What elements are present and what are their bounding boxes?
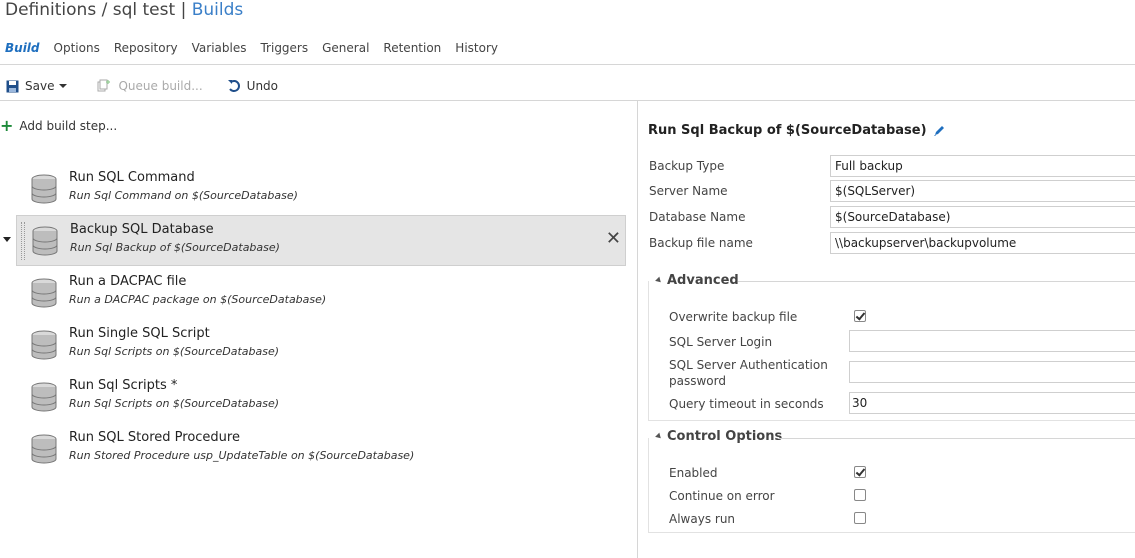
server-name-label: Server Name — [649, 184, 728, 198]
undo-label: Undo — [246, 79, 279, 93]
continue-on-error-label: Continue on error — [669, 489, 775, 503]
build-step-run-dacpac[interactable]: Run a DACPAC file Run a DACPAC package o… — [16, 268, 626, 319]
enabled-label: Enabled — [669, 466, 718, 480]
step-title: Run SQL Command — [69, 170, 195, 185]
build-steps-panel: + Add build step... Run SQL Command Run … — [0, 101, 637, 558]
field-server-name: Server Name — [649, 180, 829, 202]
tab-triggers[interactable]: Triggers — [255, 40, 313, 64]
add-build-step-button[interactable]: + Add build step... — [0, 116, 118, 135]
backup-type-label: Backup Type — [649, 159, 725, 173]
database-icon — [31, 382, 57, 412]
always-run-label: Always run — [669, 512, 736, 526]
selected-caret-icon — [3, 237, 11, 242]
sql-password-label-line2: password — [669, 374, 726, 388]
tab-variables[interactable]: Variables — [187, 40, 252, 64]
enabled-checkbox[interactable] — [854, 466, 866, 478]
tabs-divider — [0, 64, 1135, 65]
step-subtitle: Run Stored Procedure usp_UpdateTable on … — [69, 449, 415, 462]
step-subtitle: Run Sql Command on $(SourceDatabase) — [69, 189, 298, 202]
step-title: Backup SQL Database — [70, 222, 214, 237]
backup-type-select[interactable]: Full backup — [830, 155, 1135, 177]
always-run-checkbox[interactable] — [854, 512, 866, 524]
breadcrumb: Definitions / sql test | Builds — [5, 0, 243, 20]
tab-bar: Build Options Repository Variables Trigg… — [0, 40, 507, 64]
query-timeout-label: Query timeout in seconds — [669, 397, 824, 411]
step-subtitle: Run Sql Scripts on $(SourceDatabase) — [69, 345, 280, 358]
close-icon[interactable]: ✕ — [606, 229, 621, 249]
overwrite-backup-checkbox[interactable] — [854, 310, 866, 322]
database-icon — [32, 226, 58, 256]
breadcrumb-separator: / — [101, 0, 108, 20]
tab-history[interactable]: History — [450, 40, 503, 64]
step-details-title-text: Run Sql Backup of $(SourceDatabase) — [648, 123, 927, 138]
breadcrumb-definitions[interactable]: Definitions — [5, 0, 96, 20]
backup-file-name-label: Backup file name — [649, 236, 753, 250]
step-title: Run Sql Scripts * — [69, 378, 178, 393]
chevron-down-icon — [59, 84, 68, 88]
field-backup-file-name: Backup file name — [649, 232, 829, 254]
continue-on-error-checkbox[interactable] — [854, 489, 866, 501]
query-timeout-input[interactable]: 30 — [849, 392, 1135, 414]
step-subtitle: Run Sql Backup of $(SourceDatabase) — [70, 241, 280, 254]
queue-build-icon — [97, 79, 111, 92]
add-build-step-label: Add build step... — [19, 119, 118, 133]
collapse-triangle-icon — [655, 432, 663, 441]
pencil-icon[interactable] — [933, 124, 946, 137]
tab-repository[interactable]: Repository — [109, 40, 183, 64]
step-details-title: Run Sql Backup of $(SourceDatabase) — [648, 123, 946, 138]
tab-options[interactable]: Options — [49, 40, 105, 64]
field-database-name: Database Name — [649, 206, 829, 228]
undo-button[interactable]: Undo — [227, 79, 278, 93]
save-icon — [6, 80, 19, 92]
build-step-run-sql-stored-procedure[interactable]: Run SQL Stored Procedure Run Stored Proc… — [16, 424, 626, 475]
database-icon — [31, 174, 57, 204]
build-step-run-sql-command[interactable]: Run SQL Command Run Sql Command on $(Sou… — [16, 164, 626, 215]
queue-build-button[interactable]: Queue build... — [97, 79, 203, 93]
step-subtitle: Run a DACPAC package on $(SourceDatabase… — [69, 293, 327, 306]
field-backup-type: Backup Type — [649, 155, 829, 177]
sql-login-label: SQL Server Login — [669, 335, 773, 349]
advanced-header-line — [738, 281, 1135, 282]
drag-handle[interactable] — [21, 222, 25, 260]
tab-general[interactable]: General — [317, 40, 374, 64]
sql-login-input[interactable] — [849, 330, 1135, 352]
breadcrumb-current: Builds — [191, 0, 244, 20]
database-name-input[interactable]: $(SourceDatabase) — [830, 206, 1135, 228]
queue-build-label: Queue build... — [118, 79, 203, 93]
sql-password-input[interactable] — [849, 361, 1135, 383]
breadcrumb-definition-name[interactable]: sql test — [113, 0, 175, 20]
database-icon — [31, 330, 57, 360]
control-options-heading: Control Options — [667, 429, 783, 444]
build-step-run-sql-scripts[interactable]: Run Sql Scripts * Run Sql Scripts on $(S… — [16, 372, 626, 423]
database-icon — [31, 278, 57, 308]
step-title: Run SQL Stored Procedure — [69, 430, 240, 445]
step-subtitle: Run Sql Scripts on $(SourceDatabase) — [69, 397, 280, 410]
save-label: Save — [25, 79, 55, 93]
undo-icon — [227, 80, 240, 92]
plus-icon: + — [0, 116, 14, 135]
control-options-header-line — [778, 438, 1135, 439]
backup-file-name-input[interactable]: \\backupserver\backupvolume — [830, 232, 1135, 254]
sql-password-label-line1: SQL Server Authentication — [669, 358, 828, 372]
step-details-panel: Run Sql Backup of $(SourceDatabase) Back… — [648, 101, 1135, 558]
step-title: Run Single SQL Script — [69, 326, 210, 341]
build-step-run-single-sql-script[interactable]: Run Single SQL Script Run Sql Scripts on… — [16, 320, 626, 371]
breadcrumb-pipe: | — [180, 0, 187, 20]
collapse-triangle-icon — [655, 276, 663, 285]
toolbar: Save Queue build... Undo — [0, 74, 302, 98]
tab-build[interactable]: Build — [0, 40, 45, 64]
panel-divider — [637, 101, 638, 558]
advanced-header[interactable]: Advanced — [648, 273, 739, 288]
tab-retention[interactable]: Retention — [378, 40, 446, 64]
advanced-heading: Advanced — [667, 273, 739, 288]
server-name-input[interactable]: $(SQLServer) — [830, 180, 1135, 202]
database-name-label: Database Name — [649, 210, 746, 224]
save-button[interactable]: Save — [6, 79, 68, 93]
build-step-backup-sql-database[interactable]: Backup SQL Database Run Sql Backup of $(… — [16, 215, 626, 266]
control-options-header[interactable]: Control Options — [648, 429, 782, 444]
database-icon — [31, 434, 57, 464]
step-title: Run a DACPAC file — [69, 274, 187, 289]
overwrite-backup-label: Overwrite backup file — [669, 310, 798, 324]
